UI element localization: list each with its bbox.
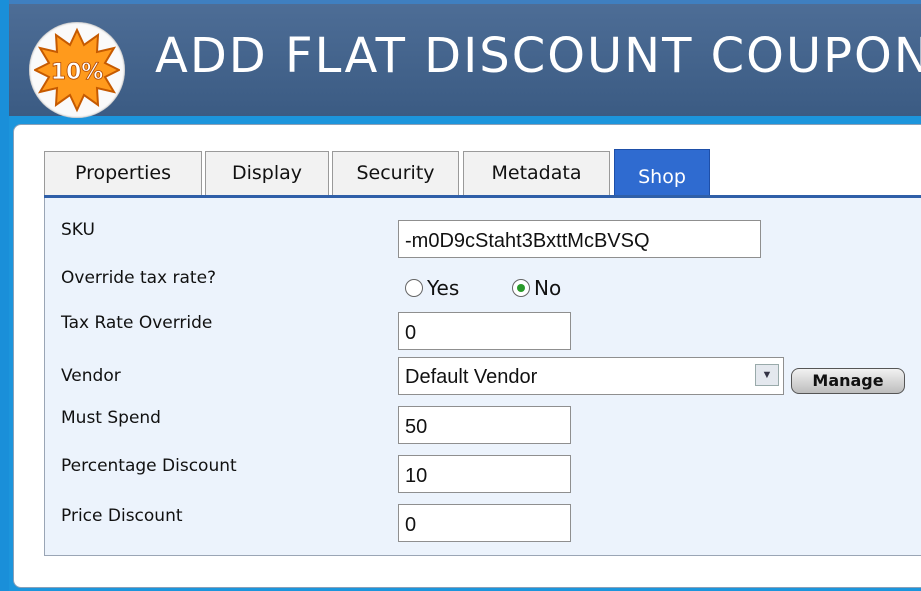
tax-rate-override-field[interactable]: 0 — [398, 312, 571, 350]
page-title: ADD FLAT DISCOUNT COUPON — [155, 28, 921, 84]
percentage-discount-label: Percentage Discount — [61, 456, 237, 476]
tax-rate-override-label: Tax Rate Override — [61, 313, 213, 333]
tab-label: Properties — [74, 162, 172, 184]
shop-form: SKU -m0D9cStaht3BxttMcBVSQ Override tax … — [44, 198, 921, 556]
radio-yes-label: Yes — [427, 276, 460, 300]
radio-circle-icon — [405, 279, 423, 297]
price-discount-label: Price Discount — [61, 506, 183, 526]
chevron-down-icon[interactable]: ▼ — [755, 364, 779, 386]
sku-field[interactable]: -m0D9cStaht3BxttMcBVSQ — [398, 220, 761, 258]
manage-vendor-button[interactable]: Manage — [791, 368, 905, 394]
vendor-label: Vendor — [61, 366, 121, 386]
tab-security[interactable]: Security — [332, 151, 459, 195]
window-edge — [0, 0, 9, 591]
price-discount-field[interactable]: 0 — [398, 504, 571, 542]
main-content-panel: Properties Display Security Metadata Sho… — [13, 124, 921, 588]
tab-metadata[interactable]: Metadata — [463, 151, 610, 195]
must-spend-label: Must Spend — [61, 408, 161, 428]
discount-logo: 10% — [29, 22, 125, 118]
tab-label: Display — [231, 162, 303, 184]
tab-label: Shop — [638, 166, 686, 188]
override-tax-label: Override tax rate? — [61, 268, 217, 288]
logo-text: 10% — [51, 60, 104, 85]
override-tax-no-radio[interactable]: No — [512, 276, 561, 300]
application-frame: 10% ADD FLAT DISCOUNT COUPON Properties … — [0, 0, 921, 591]
tab-display[interactable]: Display — [205, 151, 329, 195]
page-header: 10% ADD FLAT DISCOUNT COUPON — [9, 0, 921, 118]
tab-label: Security — [356, 162, 435, 184]
tab-label: Metadata — [491, 162, 582, 184]
tab-shop[interactable]: Shop — [614, 149, 710, 197]
radio-no-label: No — [534, 276, 562, 300]
radio-checked-icon — [512, 279, 530, 297]
tab-properties[interactable]: Properties — [44, 151, 202, 195]
vendor-selected-value: Default Vendor — [405, 366, 538, 388]
vendor-select[interactable]: Default Vendor ▼ — [398, 357, 784, 395]
percentage-discount-field[interactable]: 10 — [398, 455, 571, 493]
must-spend-field[interactable]: 50 — [398, 406, 571, 444]
ten-percent-burst-icon: 10% — [34, 27, 120, 113]
override-tax-yes-radio[interactable]: Yes — [405, 276, 459, 300]
sku-label: SKU — [61, 220, 95, 240]
